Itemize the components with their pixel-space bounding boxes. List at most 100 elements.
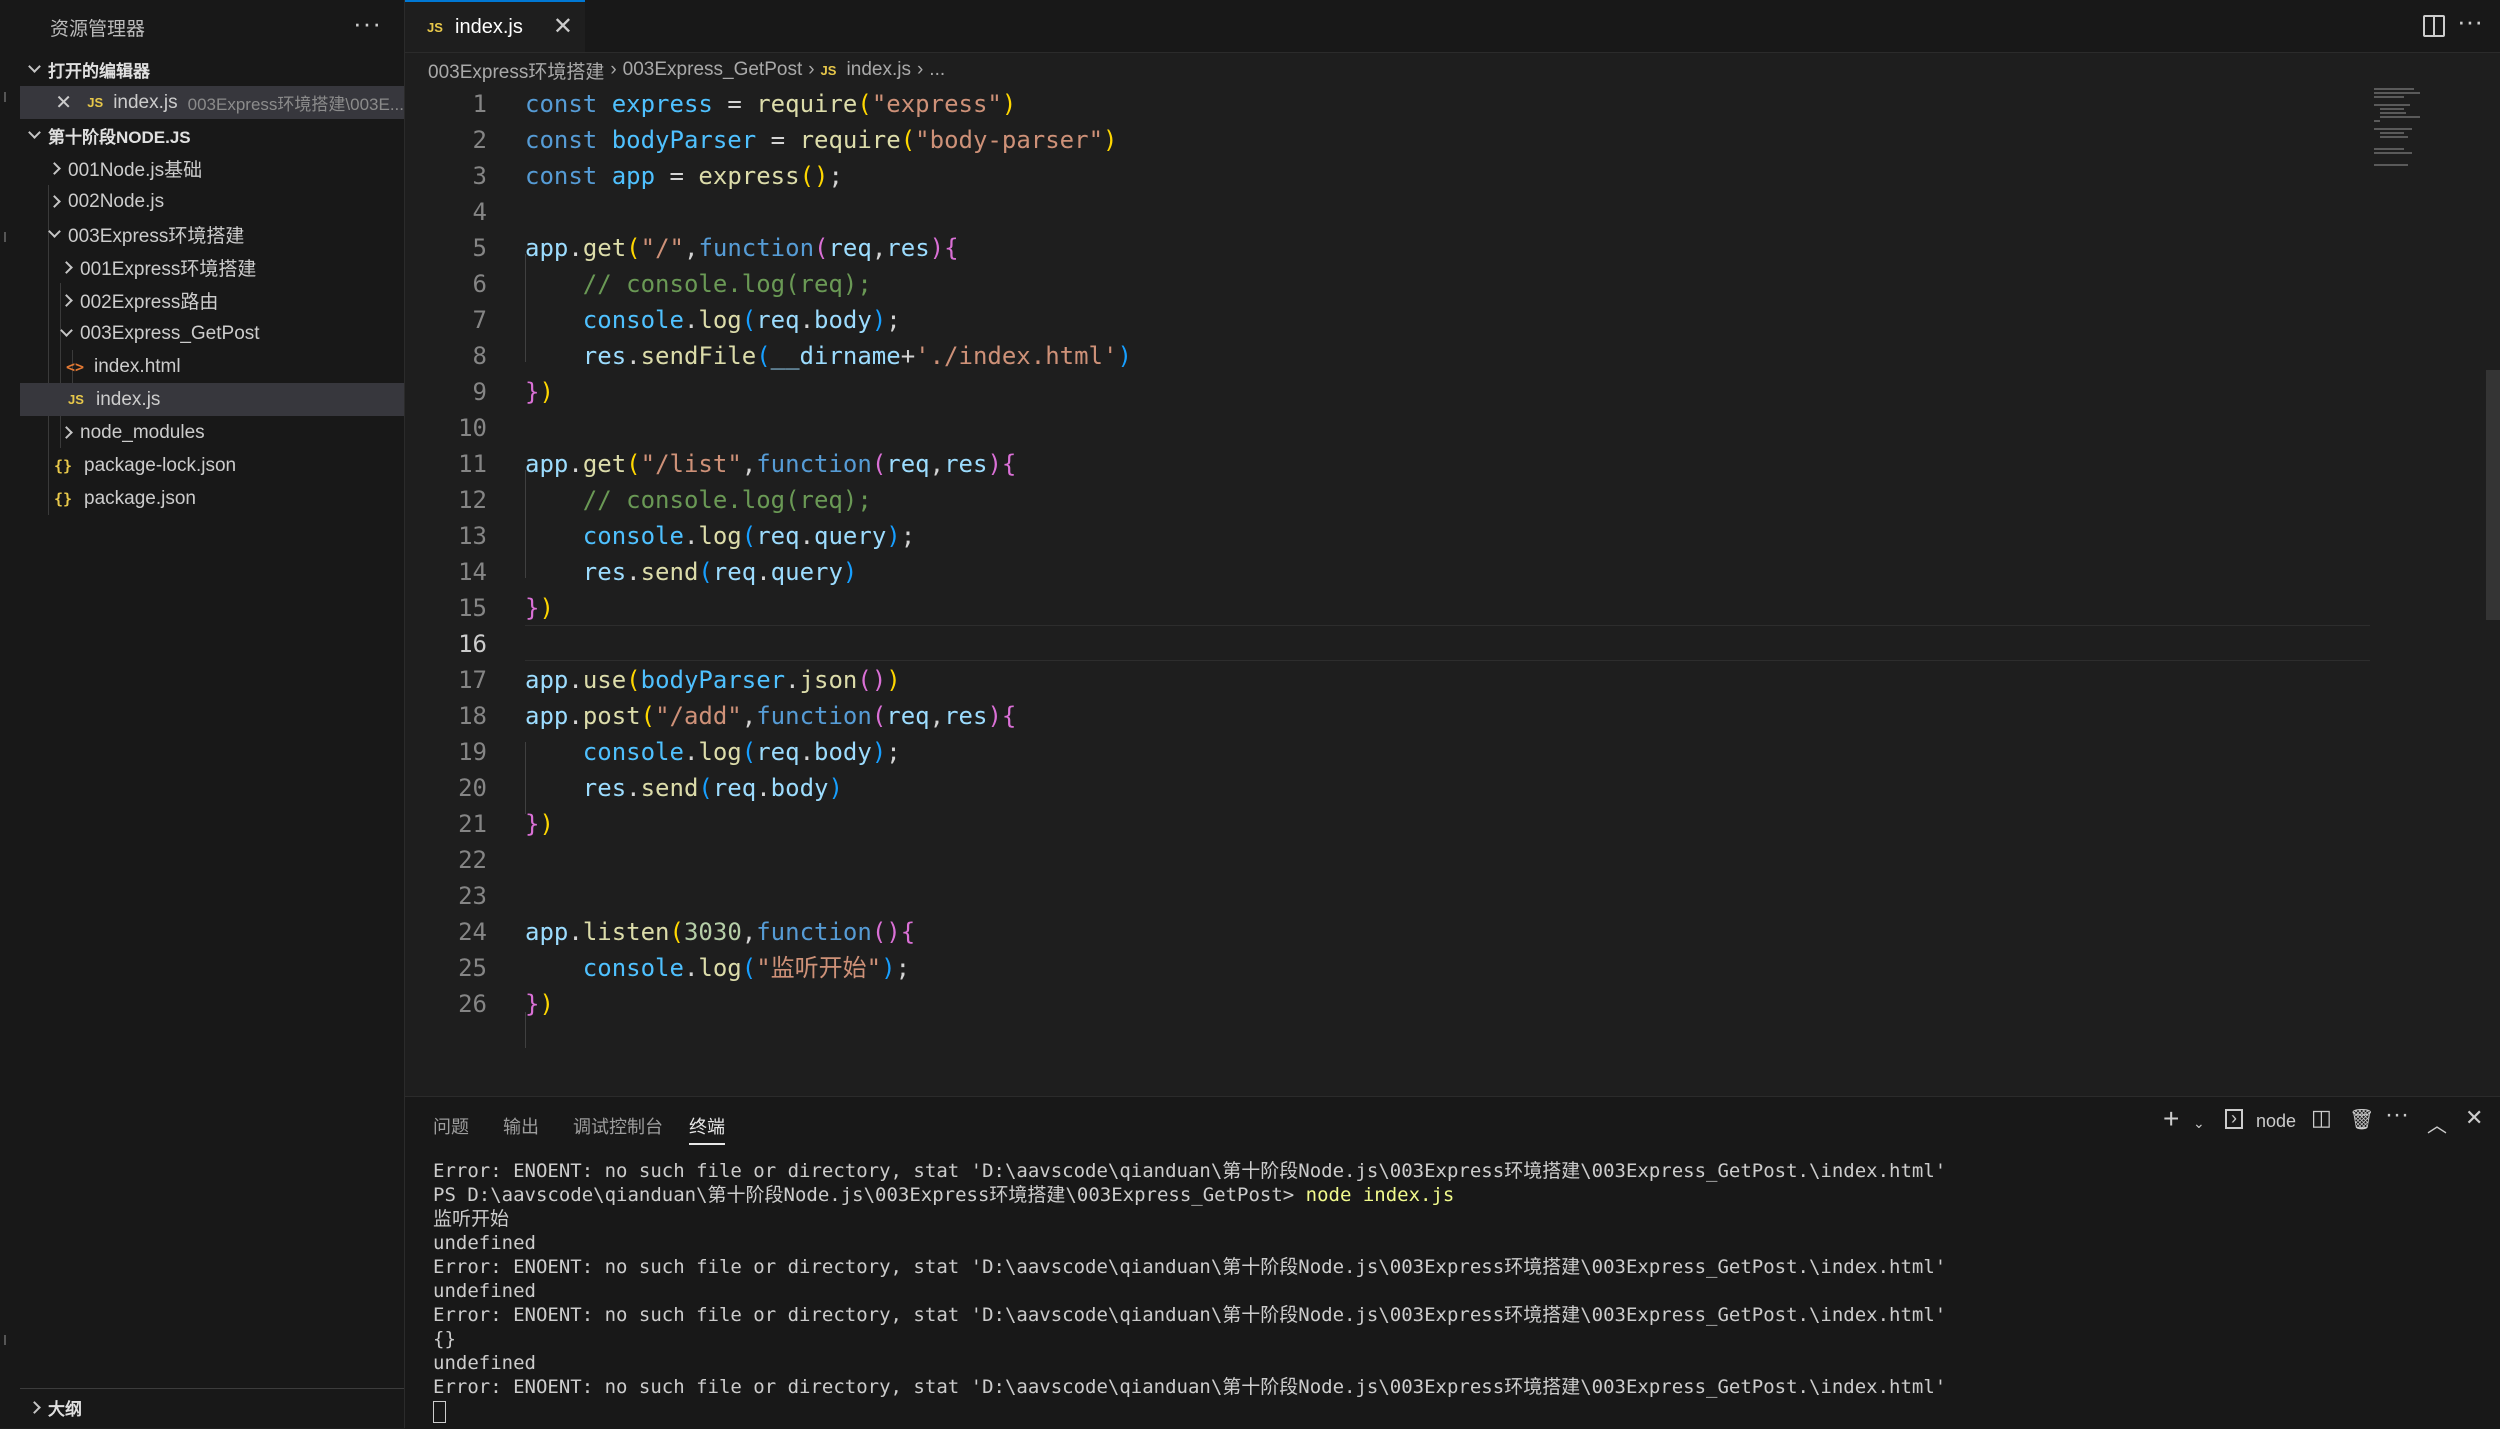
breadcrumb-item[interactable]: 003Express环境搭建 — [428, 57, 604, 84]
code-line: 1 const express = require("express") — [405, 86, 2370, 122]
terminal-line: Error: ENOENT: no such file or directory… — [433, 1160, 1947, 1182]
line-number: 8 — [472, 342, 487, 370]
vertical-scrollbar[interactable] — [2486, 370, 2500, 620]
code-text: }) — [525, 810, 554, 838]
code-line: 7 console.log(req.body); — [405, 302, 2370, 338]
line-number: 25 — [458, 954, 487, 982]
code-line: 12 // console.log(req); — [405, 482, 2370, 518]
line-number: 6 — [472, 270, 487, 298]
chevron-down-icon[interactable]: ⌄ — [2193, 1115, 2205, 1132]
line-number: 5 — [472, 234, 487, 262]
tree-file-package-lock[interactable]: {} package-lock.json — [20, 449, 404, 482]
tab-index-js[interactable]: JS index.js ✕ — [405, 0, 585, 52]
js-file-icon: JS — [427, 19, 443, 35]
split-terminal-icon[interactable]: ◫ — [2311, 1105, 2332, 1131]
code-text: app.get("/",function(req,res){ — [525, 234, 959, 262]
js-file-icon: JS — [820, 62, 837, 78]
close-panel-icon[interactable]: ✕ — [2465, 1105, 2483, 1131]
terminal-name[interactable]: node — [2256, 1111, 2296, 1132]
json-file-icon: {} — [54, 489, 73, 508]
tree-folder-002node[interactable]: 002Node.js — [20, 185, 404, 218]
more-actions-icon[interactable]: ··· — [2385, 1101, 2409, 1129]
workspace-section[interactable]: 第十阶段NODE.JS — [20, 119, 404, 152]
close-icon[interactable]: ✕ — [553, 12, 573, 41]
chevron-right-icon — [46, 160, 62, 178]
terminal-line: undefined — [433, 1280, 536, 1302]
close-icon[interactable]: ✕ — [54, 90, 73, 115]
code-text: res.send(req.query) — [582, 558, 858, 586]
chevron-down-icon — [58, 325, 74, 343]
line-number: 2 — [472, 126, 487, 154]
trash-icon[interactable]: 🗑 — [2349, 1107, 2374, 1132]
code-line: 6 // console.log(req); — [405, 266, 2370, 302]
chevron-right-icon: › — [610, 59, 617, 80]
tree-label: node_modules — [80, 421, 205, 443]
open-editor-item[interactable]: ✕ JS index.js 003Express环境搭建\003E... — [20, 86, 404, 119]
code-line: 21}) — [405, 806, 2370, 842]
tab-label: index.js — [455, 15, 523, 38]
code-line: 13 console.log(req.query); — [405, 518, 2370, 554]
terminal-command: node index.js — [1305, 1184, 1455, 1206]
terminal-line: Error: ENOENT: no such file or directory… — [433, 1304, 1947, 1326]
activity-marker — [4, 232, 12, 242]
line-number: 18 — [458, 702, 487, 730]
code-text: console.log(req.body); — [582, 306, 901, 334]
html-file-icon: <> — [66, 357, 85, 376]
line-number: 15 — [458, 594, 487, 622]
json-file-icon: {} — [54, 456, 73, 475]
minimap[interactable] — [2370, 86, 2450, 166]
tab-terminal[interactable]: 终端 — [689, 1113, 725, 1145]
open-editors-section[interactable]: 打开的编辑器 — [20, 53, 404, 86]
tree-file-index-js[interactable]: JS index.js — [20, 383, 404, 416]
breadcrumb-item[interactable]: 003Express_GetPost — [623, 59, 803, 81]
tab-problems[interactable]: 问题 — [433, 1113, 469, 1139]
breadcrumb: 003Express环境搭建 › 003Express_GetPost › JS… — [405, 53, 2500, 87]
activity-marker — [4, 92, 12, 102]
tree-folder-001express[interactable]: 001Express环境搭建 — [20, 251, 404, 284]
code-text: }) — [525, 378, 554, 406]
tree-folder-001node[interactable]: 001Node.js基础 — [20, 152, 404, 185]
tree-file-index-html[interactable]: <> index.html — [20, 350, 404, 383]
split-editor-icon[interactable] — [2423, 15, 2445, 37]
more-actions-icon[interactable]: ··· — [353, 8, 382, 39]
code-line: 20 res.send(req.body) — [405, 770, 2370, 806]
code-editor[interactable]: 1 const express = require("express") 2 con… — [405, 86, 2500, 1096]
tree-label: 001Node.js基础 — [68, 160, 203, 181]
tree-folder-node-modules[interactable]: node_modules — [20, 416, 404, 449]
terminal-prompt: PS D:\aavscode\qianduan\第十阶段Node.js\003E… — [433, 1184, 1306, 1206]
activity-marker — [4, 1335, 12, 1345]
tab-output[interactable]: 输出 — [503, 1113, 539, 1139]
code-line: 3 const app = express(); — [405, 158, 2370, 194]
code-line: 18 app.post("/add",function(req,res){ — [405, 698, 2370, 734]
line-number: 20 — [458, 774, 487, 802]
code-text: app.get("/list",function(req,res){ — [525, 450, 1017, 478]
line-number: 14 — [458, 558, 487, 586]
explorer-title: 资源管理器 — [50, 19, 146, 40]
terminal-input[interactable] — [433, 1399, 446, 1423]
line-number: 13 — [458, 522, 487, 550]
line-number: 7 — [472, 306, 487, 334]
terminal-line: 监听开始 — [433, 1208, 510, 1230]
tree-folder-003express[interactable]: 003Express环境搭建 — [20, 218, 404, 251]
tree-file-package-json[interactable]: {} package.json — [20, 482, 404, 515]
tree-folder-002express[interactable]: 002Express路由 — [20, 284, 404, 317]
breadcrumb-item[interactable]: ... — [929, 59, 945, 81]
code-text: }) — [525, 594, 554, 622]
outline-header[interactable]: 大纲 — [20, 1391, 404, 1424]
code-text: const app = express(); — [525, 162, 843, 190]
tree-label: package-lock.json — [84, 454, 237, 476]
breadcrumb-item[interactable]: index.js — [847, 59, 911, 81]
tab-debug-console[interactable]: 调试控制台 — [573, 1113, 663, 1139]
chevron-right-icon — [58, 424, 74, 442]
tree-label: 001Express环境搭建 — [80, 259, 257, 280]
outline-label: 大纲 — [48, 1400, 82, 1419]
add-terminal-icon[interactable]: + — [2163, 1103, 2179, 1135]
line-number: 17 — [458, 666, 487, 694]
more-actions-icon[interactable]: ··· — [2457, 6, 2483, 37]
tree-folder-003getpost[interactable]: 003Express_GetPost — [20, 317, 404, 350]
outline-section[interactable]: 大纲 — [20, 1388, 404, 1429]
line-number: 16 — [458, 630, 487, 658]
maximize-panel-icon[interactable]: ︿ — [2427, 1109, 2447, 1138]
explorer-sidebar: 资源管理器 ··· 打开的编辑器 ✕ JS index.js 003Expres… — [20, 0, 405, 1428]
code-text: // console.log(req); — [582, 486, 872, 514]
